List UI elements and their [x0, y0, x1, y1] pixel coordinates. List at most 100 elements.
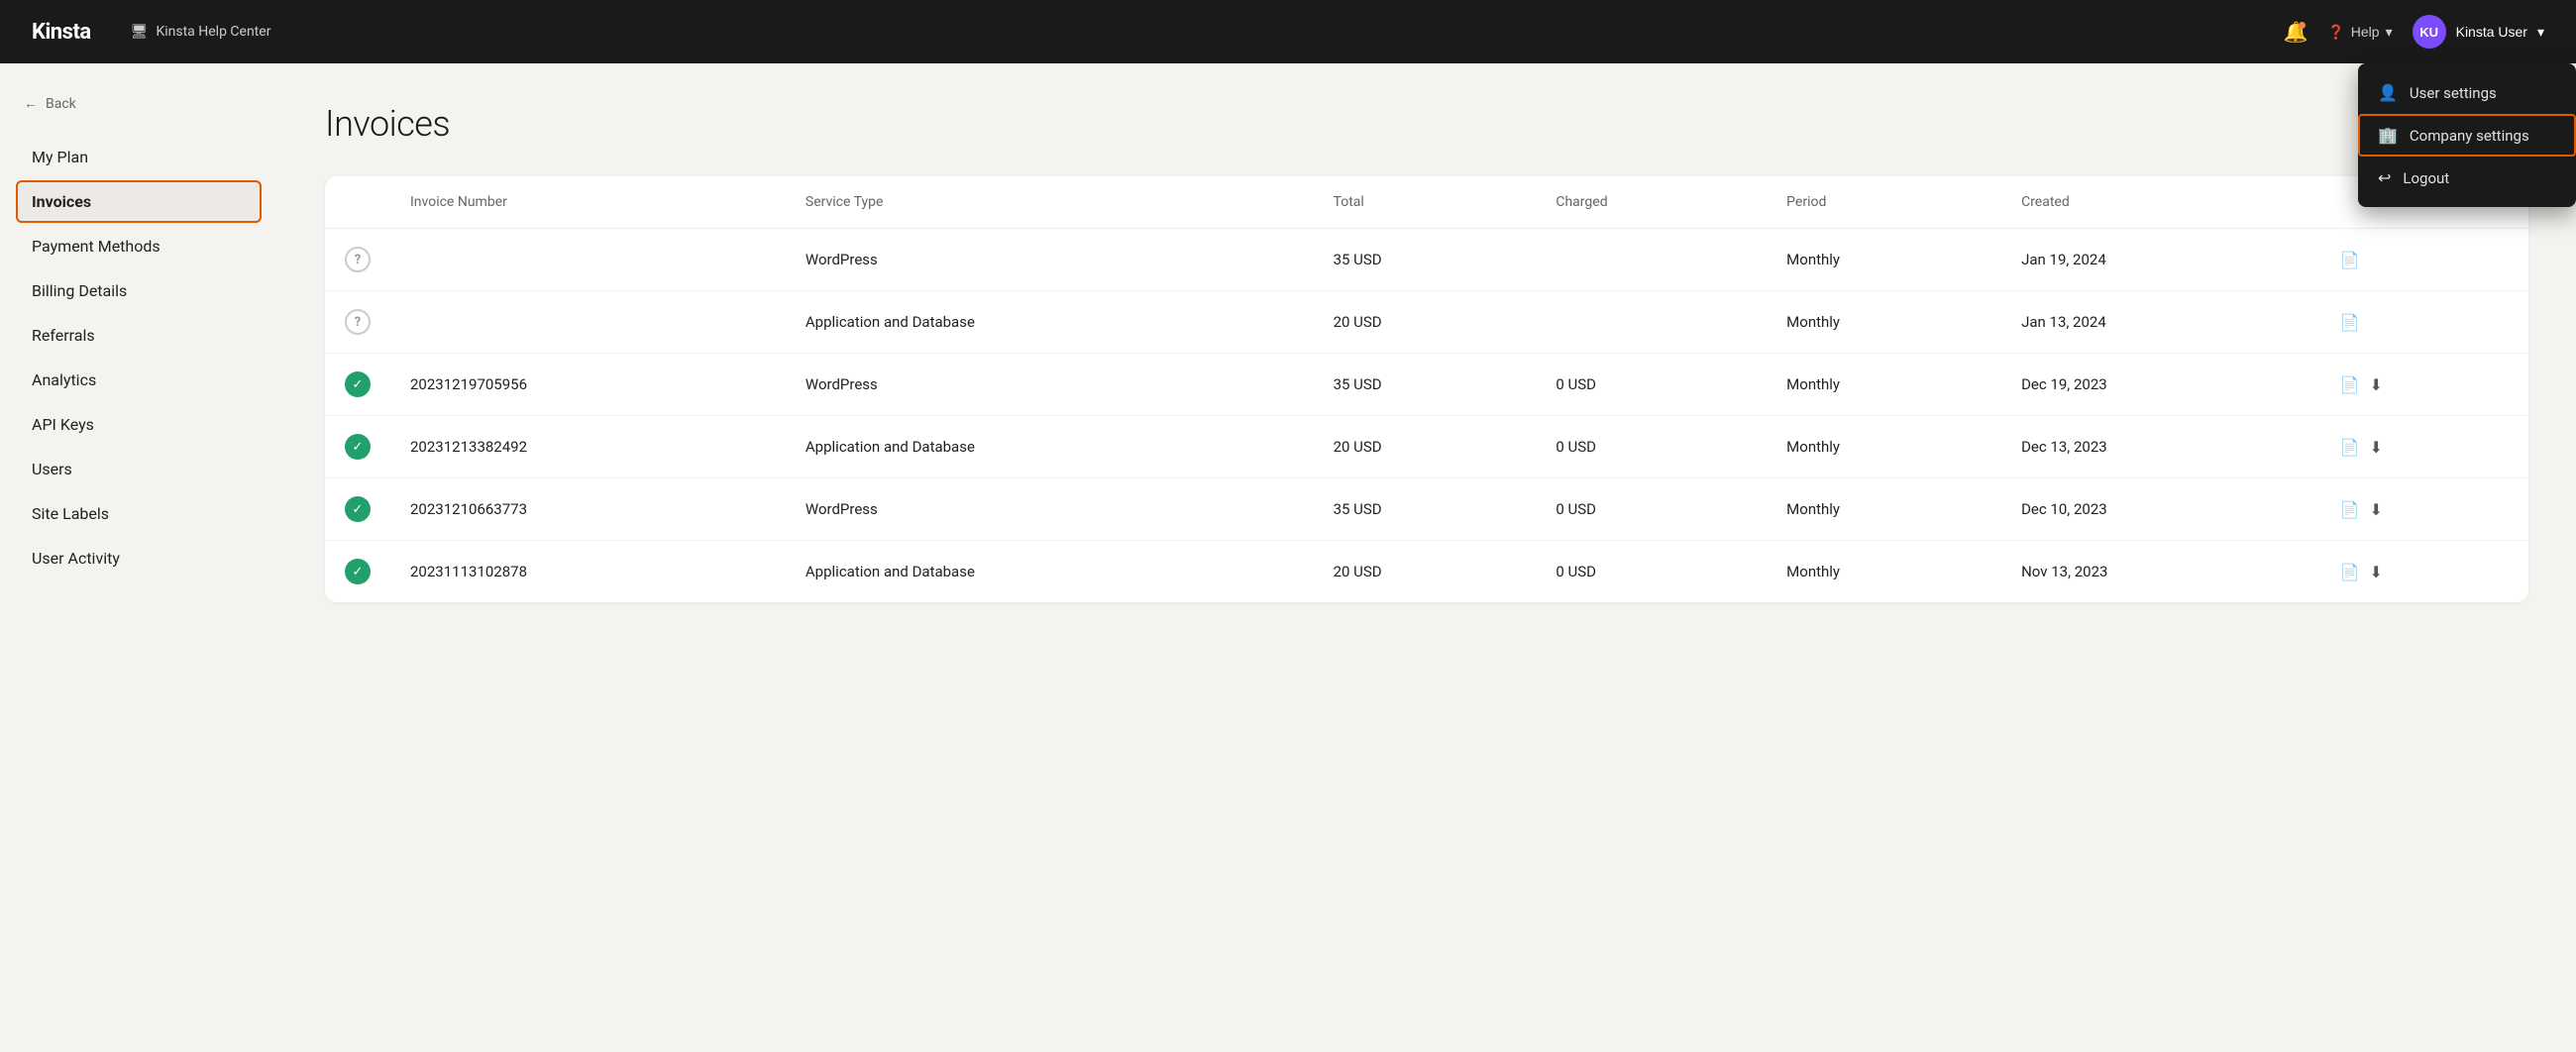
- topnav-right: 🔔 ❓ Help ▾ KU Kinsta User ▾ 👤 User setti…: [2283, 15, 2544, 49]
- download-icon[interactable]: ⬇: [2370, 375, 2383, 394]
- period-cell: Monthly: [1767, 354, 2001, 416]
- check-icon: ✓: [345, 371, 371, 397]
- col-header-created: Created: [2001, 176, 2320, 229]
- service-type-cell: Application and Database: [786, 291, 1314, 354]
- period-cell: Monthly: [1767, 541, 2001, 603]
- view-document-icon[interactable]: 📄: [2340, 563, 2360, 581]
- status-cell: ✓: [325, 478, 390, 541]
- view-document-icon[interactable]: 📄: [2340, 313, 2360, 332]
- question-icon: ?: [345, 309, 371, 335]
- dropdown-item-logout[interactable]: ↩ Logout: [2358, 157, 2576, 199]
- check-icon: ✓: [345, 559, 371, 584]
- check-icon: ✓: [345, 496, 371, 522]
- status-cell: ✓: [325, 541, 390, 603]
- dropdown-company-settings-label: Company settings: [2410, 127, 2529, 145]
- total-cell: 20 USD: [1314, 291, 1537, 354]
- table-row: ? WordPress35 USD MonthlyJan 19, 2024 📄: [325, 229, 2528, 291]
- col-header-charged: Charged: [1536, 176, 1767, 229]
- table-row: ?Application and Database20 USDMonthlyJa…: [325, 291, 2528, 354]
- user-menu-button[interactable]: KU Kinsta User ▾: [2413, 15, 2544, 49]
- sidebar-item-api-keys[interactable]: API Keys: [16, 403, 262, 446]
- sidebar-item-site-labels[interactable]: Site Labels: [16, 492, 262, 535]
- user-dropdown-menu: 👤 User settings🏢 Company settings↩ Logou…: [2358, 63, 2576, 207]
- invoice-number-cell: 20231219705956: [390, 354, 786, 416]
- service-type-cell: WordPress: [786, 478, 1314, 541]
- actions-cell: 📄 ⬇: [2320, 354, 2528, 416]
- table-row: ✓20231210663773WordPress35 USD0 USDMonth…: [325, 478, 2528, 541]
- view-document-icon[interactable]: 📄: [2340, 375, 2360, 394]
- view-document-icon[interactable]: 📄: [2340, 251, 2360, 269]
- col-header-invoice_number: Invoice Number: [390, 176, 786, 229]
- dropdown-logout-icon: ↩: [2378, 168, 2391, 187]
- dropdown-user-settings-label: User settings: [2410, 84, 2497, 102]
- sidebar-item-payment-methods[interactable]: Payment Methods: [16, 225, 262, 267]
- service-type-cell: Application and Database: [786, 541, 1314, 603]
- charged-cell: [1536, 229, 1767, 291]
- question-icon: ?: [345, 247, 371, 272]
- total-cell: 20 USD: [1314, 416, 1537, 478]
- back-arrow-icon: ←: [24, 95, 38, 112]
- topnav: Kinsta 🖥 Kinsta Help Center 🔔 ❓ Help ▾ K…: [0, 0, 2576, 63]
- sidebar-item-referrals[interactable]: Referrals: [16, 314, 262, 357]
- notification-button[interactable]: 🔔: [2283, 20, 2308, 45]
- dropdown-company-settings-icon: 🏢: [2378, 126, 2398, 145]
- help-center-link[interactable]: 🖥 Kinsta Help Center: [131, 24, 271, 40]
- sidebar-item-analytics[interactable]: Analytics: [16, 359, 262, 401]
- actions-cell: 📄: [2320, 291, 2528, 354]
- service-type-cell: Application and Database: [786, 416, 1314, 478]
- invoice-table: Invoice NumberService TypeTotalChargedPe…: [325, 176, 2528, 602]
- created-cell: Jan 19, 2024: [2001, 229, 2320, 291]
- total-cell: 20 USD: [1314, 541, 1537, 603]
- created-cell: Dec 10, 2023: [2001, 478, 2320, 541]
- dropdown-item-user-settings[interactable]: 👤 User settings: [2358, 71, 2576, 114]
- service-type-cell: WordPress: [786, 354, 1314, 416]
- check-icon: ✓: [345, 434, 371, 460]
- back-label: Back: [46, 96, 76, 112]
- sidebar-nav: My PlanInvoicesPayment MethodsBilling De…: [0, 128, 277, 587]
- dropdown-item-company-settings[interactable]: 🏢 Company settings: [2358, 114, 2576, 157]
- col-header-status: [325, 176, 390, 229]
- invoice-number-cell: 20231113102878: [390, 541, 786, 603]
- sidebar-item-billing-details[interactable]: Billing Details: [16, 269, 262, 312]
- invoice-number-cell: [390, 229, 786, 291]
- actions-cell: 📄 ⬇: [2320, 478, 2528, 541]
- service-type-cell: WordPress: [786, 229, 1314, 291]
- status-cell: ?: [325, 291, 390, 354]
- invoice-number-cell: 20231210663773: [390, 478, 786, 541]
- sidebar-item-users[interactable]: Users: [16, 448, 262, 490]
- total-cell: 35 USD: [1314, 229, 1537, 291]
- topnav-center: 🖥 Kinsta Help Center: [91, 24, 2284, 40]
- sidebar: ← Back My PlanInvoicesPayment MethodsBil…: [0, 63, 277, 1052]
- sidebar-item-invoices[interactable]: Invoices: [16, 180, 262, 223]
- total-cell: 35 USD: [1314, 354, 1537, 416]
- help-button[interactable]: ❓ Help ▾: [2327, 24, 2392, 41]
- created-cell: Dec 19, 2023: [2001, 354, 2320, 416]
- charged-cell: 0 USD: [1536, 416, 1767, 478]
- help-label: Help: [2351, 24, 2380, 40]
- table-header-row: Invoice NumberService TypeTotalChargedPe…: [325, 176, 2528, 229]
- sidebar-item-user-activity[interactable]: User Activity: [16, 537, 262, 579]
- actions-cell: 📄 ⬇: [2320, 416, 2528, 478]
- help-chevron-icon: ▾: [2386, 24, 2393, 41]
- download-icon[interactable]: ⬇: [2370, 438, 2383, 457]
- col-header-service_type: Service Type: [786, 176, 1314, 229]
- help-circle-icon: ❓: [2327, 24, 2344, 41]
- status-cell: ?: [325, 229, 390, 291]
- invoice-number-cell: [390, 291, 786, 354]
- back-link[interactable]: ← Back: [0, 87, 277, 128]
- created-cell: Nov 13, 2023: [2001, 541, 2320, 603]
- total-cell: 35 USD: [1314, 478, 1537, 541]
- view-document-icon[interactable]: 📄: [2340, 500, 2360, 519]
- actions-cell: 📄 ⬇: [2320, 541, 2528, 603]
- help-center-icon: 🖥: [131, 24, 149, 40]
- invoice-number-cell: 20231213382492: [390, 416, 786, 478]
- period-cell: Monthly: [1767, 229, 2001, 291]
- sidebar-item-my-plan[interactable]: My Plan: [16, 136, 262, 178]
- period-cell: Monthly: [1767, 416, 2001, 478]
- download-icon[interactable]: ⬇: [2370, 500, 2383, 519]
- notification-dot: [2299, 22, 2306, 29]
- invoice-table-wrapper: Invoice NumberService TypeTotalChargedPe…: [325, 176, 2528, 602]
- view-document-icon[interactable]: 📄: [2340, 438, 2360, 457]
- charged-cell: 0 USD: [1536, 478, 1767, 541]
- download-icon[interactable]: ⬇: [2370, 563, 2383, 581]
